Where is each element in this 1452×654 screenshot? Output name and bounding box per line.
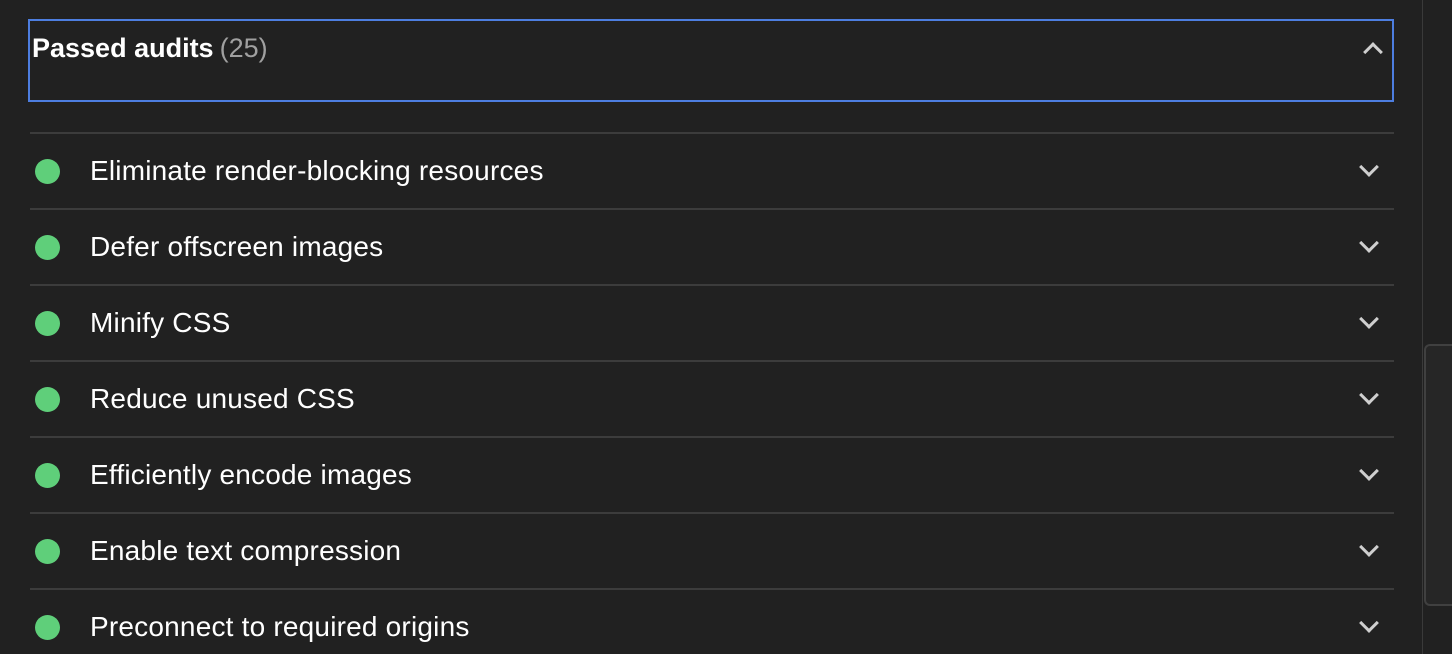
group-title: Passed audits (25) [32, 33, 268, 64]
chevron-down-icon[interactable] [1359, 461, 1379, 481]
pass-status-icon [35, 159, 60, 184]
chevron-down-icon[interactable] [1359, 537, 1379, 557]
pass-status-icon [35, 235, 60, 260]
pass-status-icon [35, 311, 60, 336]
group-count: (25) [219, 33, 268, 63]
audit-label: Reduce unused CSS [90, 383, 355, 414]
audit-label: Defer offscreen images [90, 231, 384, 262]
chevron-down-icon[interactable] [1359, 233, 1379, 253]
audit-item-minify-css[interactable]: Minify CSS [30, 284, 1394, 360]
audit-item-encode-images[interactable]: Efficiently encode images [30, 436, 1394, 512]
pass-status-icon [35, 539, 60, 564]
audit-item-render-blocking[interactable]: Eliminate render-blocking resources [30, 132, 1394, 208]
chevron-down-icon[interactable] [1359, 385, 1379, 405]
audit-label: Efficiently encode images [90, 459, 412, 490]
chevron-down-icon[interactable] [1359, 309, 1379, 329]
group-title-text: Passed audits [32, 33, 214, 63]
audit-label: Minify CSS [90, 307, 231, 338]
pass-status-icon [35, 387, 60, 412]
audit-label: Preconnect to required origins [90, 611, 470, 642]
chevron-down-icon[interactable] [1359, 613, 1379, 633]
audit-label: Eliminate render-blocking resources [90, 155, 544, 186]
chevron-down-icon[interactable] [1359, 157, 1379, 177]
pass-status-icon [35, 463, 60, 488]
passed-audits-group-header[interactable]: Passed audits (25) [28, 19, 1394, 102]
audit-label: Enable text compression [90, 535, 402, 566]
audit-item-offscreen-images[interactable]: Defer offscreen images [30, 208, 1394, 284]
audit-item-preconnect[interactable]: Preconnect to required origins [30, 588, 1394, 654]
scrollbar-thumb[interactable] [1424, 344, 1452, 606]
pass-status-icon [35, 615, 60, 640]
passed-audits-panel: Passed audits (25) Eliminate render-block… [0, 0, 1452, 654]
audit-item-unused-css[interactable]: Reduce unused CSS [30, 360, 1394, 436]
audit-item-text-compression[interactable]: Enable text compression [30, 512, 1394, 588]
audit-list: Eliminate render-blocking resources Defe… [30, 132, 1394, 654]
chevron-up-icon[interactable] [1363, 42, 1383, 62]
